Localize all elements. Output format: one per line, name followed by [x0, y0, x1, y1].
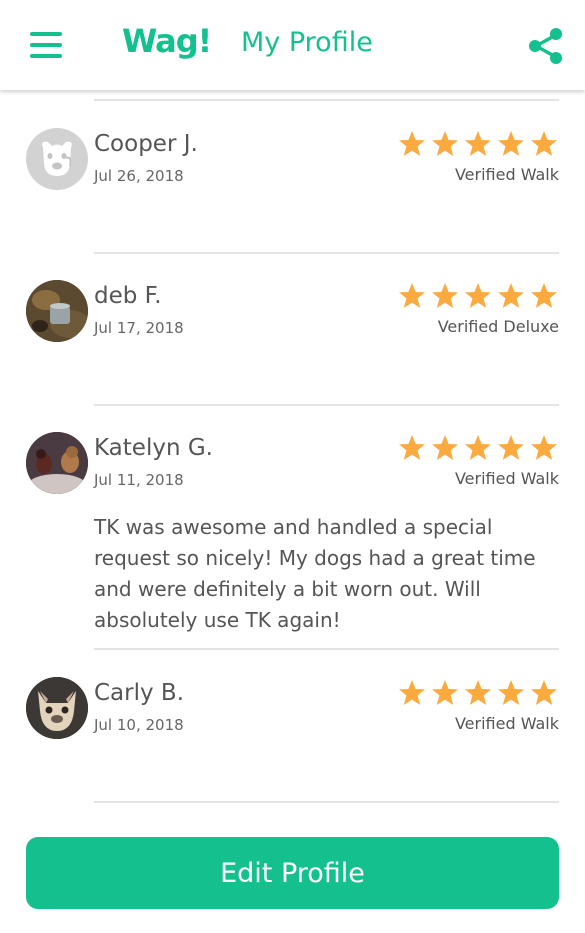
page-title: My Profile	[241, 27, 373, 58]
star-rating	[398, 130, 558, 158]
review-divider	[94, 648, 559, 650]
review-divider	[94, 99, 559, 101]
star-icon	[399, 680, 425, 705]
star-rating	[398, 282, 558, 310]
review-date: Jul 11, 2018	[94, 471, 184, 489]
share-icon[interactable]	[527, 27, 565, 65]
star-icon	[498, 680, 524, 705]
hamburger-menu-icon[interactable]	[30, 32, 62, 58]
star-icon	[465, 131, 491, 156]
star-icon	[399, 131, 425, 156]
app-header: Wag! My Profile	[0, 0, 585, 90]
verified-service-label: Verified Deluxe	[437, 317, 559, 336]
star-icon	[531, 680, 557, 705]
reviewer-name: Carly B.	[94, 680, 185, 706]
reviewer-name: deb F.	[94, 283, 162, 309]
reviewer-photo-avatar	[26, 677, 88, 739]
star-icon	[465, 435, 491, 460]
reviewer-name: Katelyn G.	[94, 435, 213, 461]
verified-service-label: Verified Walk	[454, 714, 559, 733]
star-icon	[399, 435, 425, 460]
edit-profile-button[interactable]: Edit Profile	[26, 837, 559, 909]
review-date: Jul 10, 2018	[94, 716, 184, 734]
reviewer-photo-avatar	[26, 432, 88, 494]
reviewer-name: Cooper J.	[94, 131, 198, 157]
review-comment: TK was awesome and handled a special req…	[94, 515, 536, 632]
review-divider	[94, 252, 559, 254]
review-date: Jul 26, 2018	[94, 167, 184, 185]
star-icon	[465, 680, 491, 705]
wag-logo: Wag!	[122, 22, 212, 60]
review-divider	[94, 801, 559, 803]
star-rating	[398, 434, 558, 462]
star-icon	[465, 283, 491, 308]
star-icon	[432, 680, 458, 705]
review-divider	[94, 404, 559, 406]
star-icon	[531, 283, 557, 308]
default-dog-avatar	[26, 128, 88, 190]
star-icon	[432, 131, 458, 156]
star-icon	[432, 435, 458, 460]
star-icon	[399, 283, 425, 308]
verified-service-label: Verified Walk	[454, 165, 559, 184]
reviewer-photo-avatar	[26, 280, 88, 342]
star-icon	[432, 283, 458, 308]
review-date: Jul 17, 2018	[94, 319, 184, 337]
star-icon	[498, 283, 524, 308]
star-rating	[398, 679, 558, 707]
star-icon	[498, 435, 524, 460]
star-icon	[531, 131, 557, 156]
star-icon	[531, 435, 557, 460]
star-icon	[498, 131, 524, 156]
verified-service-label: Verified Walk	[454, 469, 559, 488]
